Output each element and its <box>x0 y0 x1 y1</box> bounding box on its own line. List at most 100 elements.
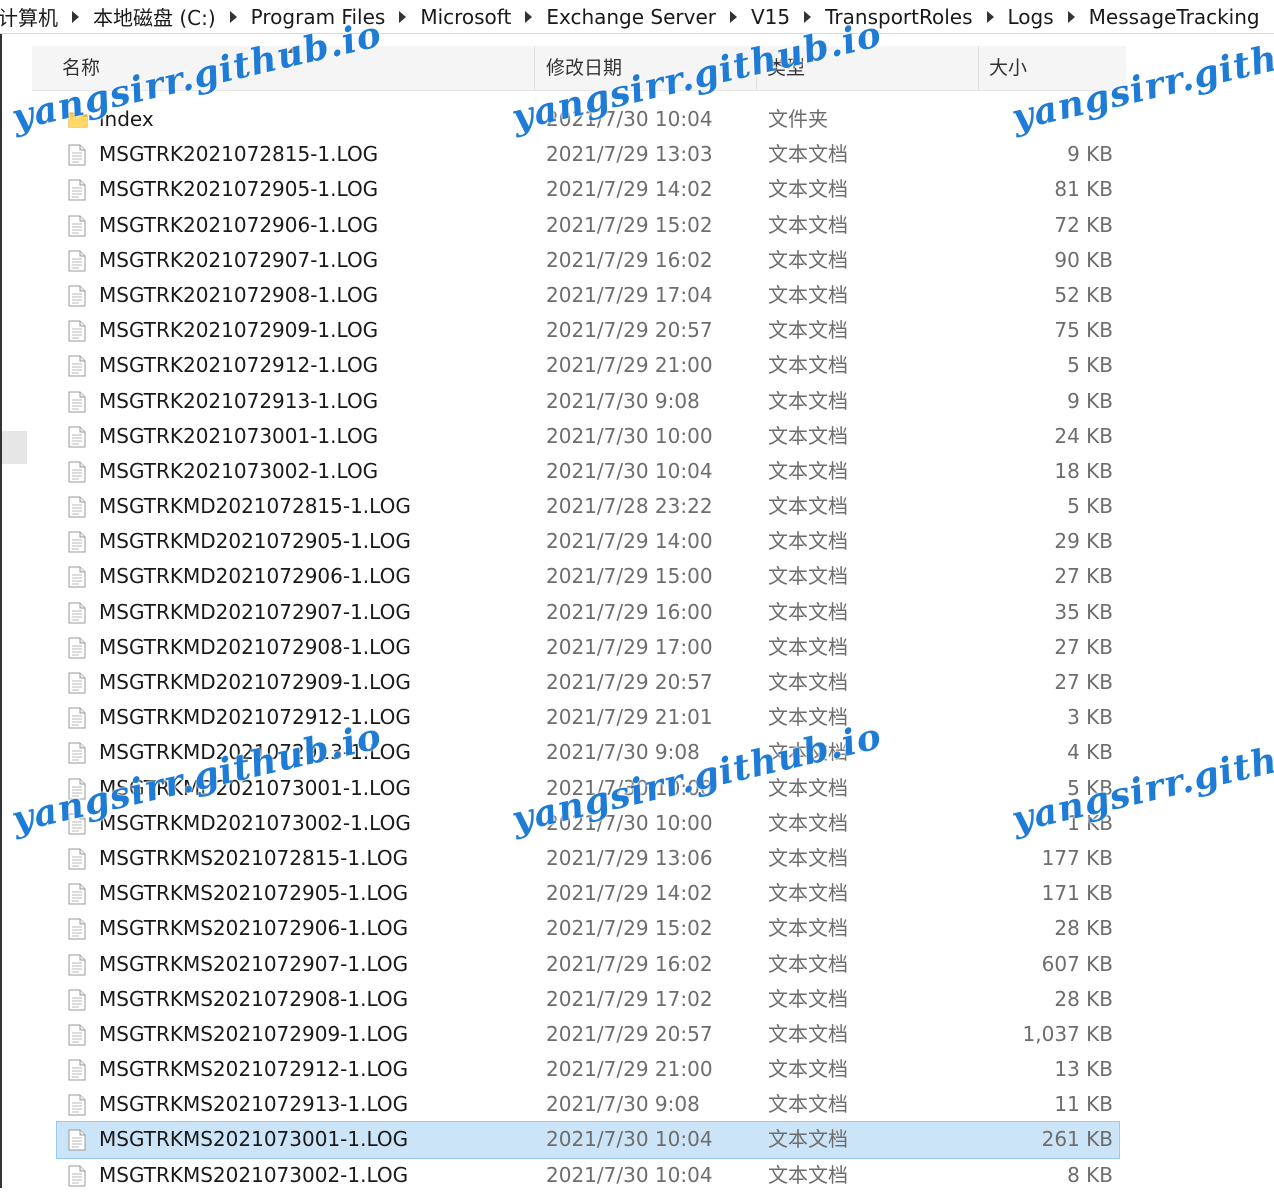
file-row[interactable]: MSGTRK2021072815-1.LOG 2021/7/29 13:03 文本文… <box>57 137 1119 172</box>
file-row[interactable]: MSGTRKMD2021072909-1.LOG 2021/7/29 20:57 文… <box>57 665 1119 700</box>
file-row[interactable]: MSGTRK2021073001-1.LOG 2021/7/30 10:00 文本文… <box>57 419 1119 454</box>
breadcrumb-item-local-disk[interactable]: 本地磁盘 (C:) <box>87 2 222 31</box>
file-row[interactable]: MSGTRKMD2021072912-1.LOG 2021/7/29 21:01 文… <box>57 700 1119 735</box>
file-size: 90 KB <box>1054 247 1113 272</box>
column-header-name[interactable]: 名称 <box>32 46 535 90</box>
file-row[interactable]: MSGTRK2021072912-1.LOG 2021/7/29 21:00 文本文… <box>57 348 1119 383</box>
file-row[interactable]: MSGTRK2021073002-1.LOG 2021/7/30 10:04 文本文… <box>57 454 1119 489</box>
file-date: 2021/7/29 17:02 <box>546 986 713 1011</box>
file-row[interactable]: MSGTRKMS2021072913-1.LOG 2021/7/30 9:08 文本… <box>57 1087 1119 1122</box>
breadcrumb-item-messagetracking[interactable]: MessageTracking <box>1083 5 1266 29</box>
breadcrumb-item-v15[interactable]: V15 <box>745 5 796 29</box>
chevron-right-icon[interactable] <box>72 10 79 23</box>
file-type: 文本文档 <box>768 1127 848 1152</box>
text-file-icon <box>68 179 86 201</box>
file-row[interactable]: MSGTRKMD2021072905-1.LOG 2021/7/29 14:00 文… <box>57 524 1119 559</box>
file-size: 27 KB <box>1054 670 1113 694</box>
file-size: 13 KB <box>1054 1057 1113 1082</box>
file-row[interactable]: MSGTRKMD2021072906-1.LOG 2021/7/29 15:00 文… <box>57 559 1119 594</box>
file-type: 文本文档 <box>768 564 848 589</box>
file-size: 9 KB <box>1067 388 1113 413</box>
file-row[interactable]: MSGTRKMS2021072907-1.LOG 2021/7/29 16:02 文… <box>57 947 1119 982</box>
breadcrumb-item-microsoft[interactable]: Microsoft <box>414 5 517 29</box>
column-header-type[interactable]: 类型 <box>757 46 979 90</box>
file-row[interactable]: MSGTRKMD2021072815-1.LOG 2021/7/28 23:22 文… <box>57 489 1119 524</box>
file-type: 文本文档 <box>768 177 848 202</box>
file-size: 4 KB <box>1067 740 1113 765</box>
file-size: 9 KB <box>1067 142 1113 167</box>
file-name: MSGTRK2021072909-1.LOG <box>99 318 379 343</box>
file-row[interactable]: MSGTRKMS2021072906-1.LOG 2021/7/29 15:02 文… <box>57 911 1119 946</box>
file-type: 文本文档 <box>768 634 848 659</box>
file-row[interactable]: MSGTRKMS2021073001-1.LOG 2021/7/30 10:04 文… <box>56 1121 1120 1159</box>
file-name: MSGTRK2021073002-1.LOG <box>99 458 379 483</box>
file-name: MSGTRKMS2021072905-1.LOG <box>99 881 409 906</box>
file-size: 27 KB <box>1054 564 1113 589</box>
file-row[interactable]: MSGTRK2021072906-1.LOG 2021/7/29 15:02 文本文… <box>57 208 1119 243</box>
file-size: 5 KB <box>1067 775 1113 800</box>
file-date: 2021/7/30 10:04 <box>546 107 713 131</box>
file-name: MSGTRKMS2021072907-1.LOG <box>99 951 409 976</box>
file-date: 2021/7/30 10:00 <box>546 775 713 800</box>
text-file-icon <box>68 250 86 272</box>
file-size: 5 KB <box>1067 353 1113 378</box>
file-row[interactable]: MSGTRKMD2021073002-1.LOG 2021/7/30 10:00 文… <box>57 806 1119 841</box>
file-row[interactable]: MSGTRKMS2021072815-1.LOG 2021/7/29 13:06 文… <box>57 841 1119 876</box>
file-row[interactable]: MSGTRKMD2021072908-1.LOG 2021/7/29 17:00 文… <box>57 630 1119 665</box>
file-row[interactable]: MSGTRK2021072905-1.LOG 2021/7/29 14:02 文本文… <box>57 172 1119 207</box>
file-type: 文本文档 <box>768 810 848 835</box>
file-row[interactable]: MSGTRKMD2021073001-1.LOG 2021/7/30 10:00 文… <box>57 771 1119 806</box>
file-date: 2021/7/29 15:02 <box>546 916 713 941</box>
text-file-icon <box>68 813 86 835</box>
text-file-icon <box>68 320 86 342</box>
file-row[interactable]: MSGTRKMS2021072908-1.LOG 2021/7/29 17:02 文… <box>57 982 1119 1017</box>
breadcrumb-item-logs[interactable]: Logs <box>1002 5 1060 29</box>
text-file-icon <box>68 602 86 624</box>
column-header-date[interactable]: 修改日期 <box>535 46 757 90</box>
file-row[interactable]: MSGTRK2021072907-1.LOG 2021/7/29 16:02 文本文… <box>57 243 1119 278</box>
file-name: MSGTRKMD2021073002-1.LOG <box>99 810 411 835</box>
file-date: 2021/7/29 13:03 <box>546 142 713 167</box>
file-date: 2021/7/29 16:02 <box>546 951 713 976</box>
text-file-icon <box>68 778 86 800</box>
file-size: 35 KB <box>1054 599 1113 624</box>
chevron-right-icon[interactable] <box>730 10 737 23</box>
file-row[interactable]: index 2021/7/30 10:04 文件夹 <box>57 102 1119 137</box>
file-row[interactable]: MSGTRK2021072908-1.LOG 2021/7/29 17:04 文本文… <box>57 278 1119 313</box>
text-file-icon <box>68 883 86 905</box>
chevron-right-icon[interactable] <box>804 10 812 23</box>
file-date: 2021/7/29 14:00 <box>546 529 713 554</box>
breadcrumb-item-computer[interactable]: 计算机 <box>0 2 64 31</box>
file-name: MSGTRKMS2021073001-1.LOG <box>99 1127 409 1152</box>
file-row[interactable]: MSGTRK2021072913-1.LOG 2021/7/30 9:08 文本文档… <box>57 384 1119 419</box>
file-row[interactable]: MSGTRK2021072909-1.LOG 2021/7/29 20:57 文本文… <box>57 313 1119 348</box>
file-row[interactable]: MSGTRKMD2021072913-1.LOG 2021/7/30 9:08 文本… <box>57 735 1119 770</box>
file-name: MSGTRKMD2021072908-1.LOG <box>99 634 411 659</box>
text-file-icon <box>68 496 86 518</box>
file-type: 文本文档 <box>768 951 848 976</box>
file-type: 文本文档 <box>768 282 848 307</box>
file-type: 文本文档 <box>768 845 848 870</box>
file-name: MSGTRK2021072913-1.LOG <box>99 388 379 413</box>
chevron-right-icon[interactable] <box>1067 10 1075 23</box>
column-header-size[interactable]: 大小 <box>979 46 1126 90</box>
breadcrumb-item-transportroles[interactable]: TransportRoles <box>819 5 978 29</box>
chevron-right-icon[interactable] <box>525 10 533 23</box>
chevron-right-icon[interactable] <box>399 10 407 23</box>
navigation-pane-edge[interactable] <box>2 431 27 464</box>
file-row[interactable]: MSGTRKMS2021072909-1.LOG 2021/7/29 20:57 文… <box>57 1017 1119 1052</box>
chevron-right-icon[interactable] <box>229 10 237 23</box>
file-name: MSGTRK2021072908-1.LOG <box>99 282 379 307</box>
chevron-right-icon[interactable] <box>986 10 994 23</box>
breadcrumb-item-program-files[interactable]: Program Files <box>245 5 392 29</box>
file-date: 2021/7/29 20:57 <box>546 318 713 343</box>
file-date: 2021/7/29 20:57 <box>546 1021 713 1046</box>
file-date: 2021/7/29 16:00 <box>546 599 713 624</box>
breadcrumb-item-exchange-server[interactable]: Exchange Server <box>540 5 722 29</box>
file-date: 2021/7/30 10:04 <box>546 458 713 483</box>
file-size: 72 KB <box>1054 212 1113 237</box>
file-row[interactable]: MSGTRKMD2021072907-1.LOG 2021/7/29 16:00 文… <box>57 595 1119 630</box>
file-row[interactable]: MSGTRKMS2021072905-1.LOG 2021/7/29 14:02 文… <box>57 876 1119 911</box>
file-row[interactable]: MSGTRKMS2021072912-1.LOG 2021/7/29 21:00 文… <box>57 1052 1119 1087</box>
file-date: 2021/7/29 15:00 <box>546 564 713 589</box>
